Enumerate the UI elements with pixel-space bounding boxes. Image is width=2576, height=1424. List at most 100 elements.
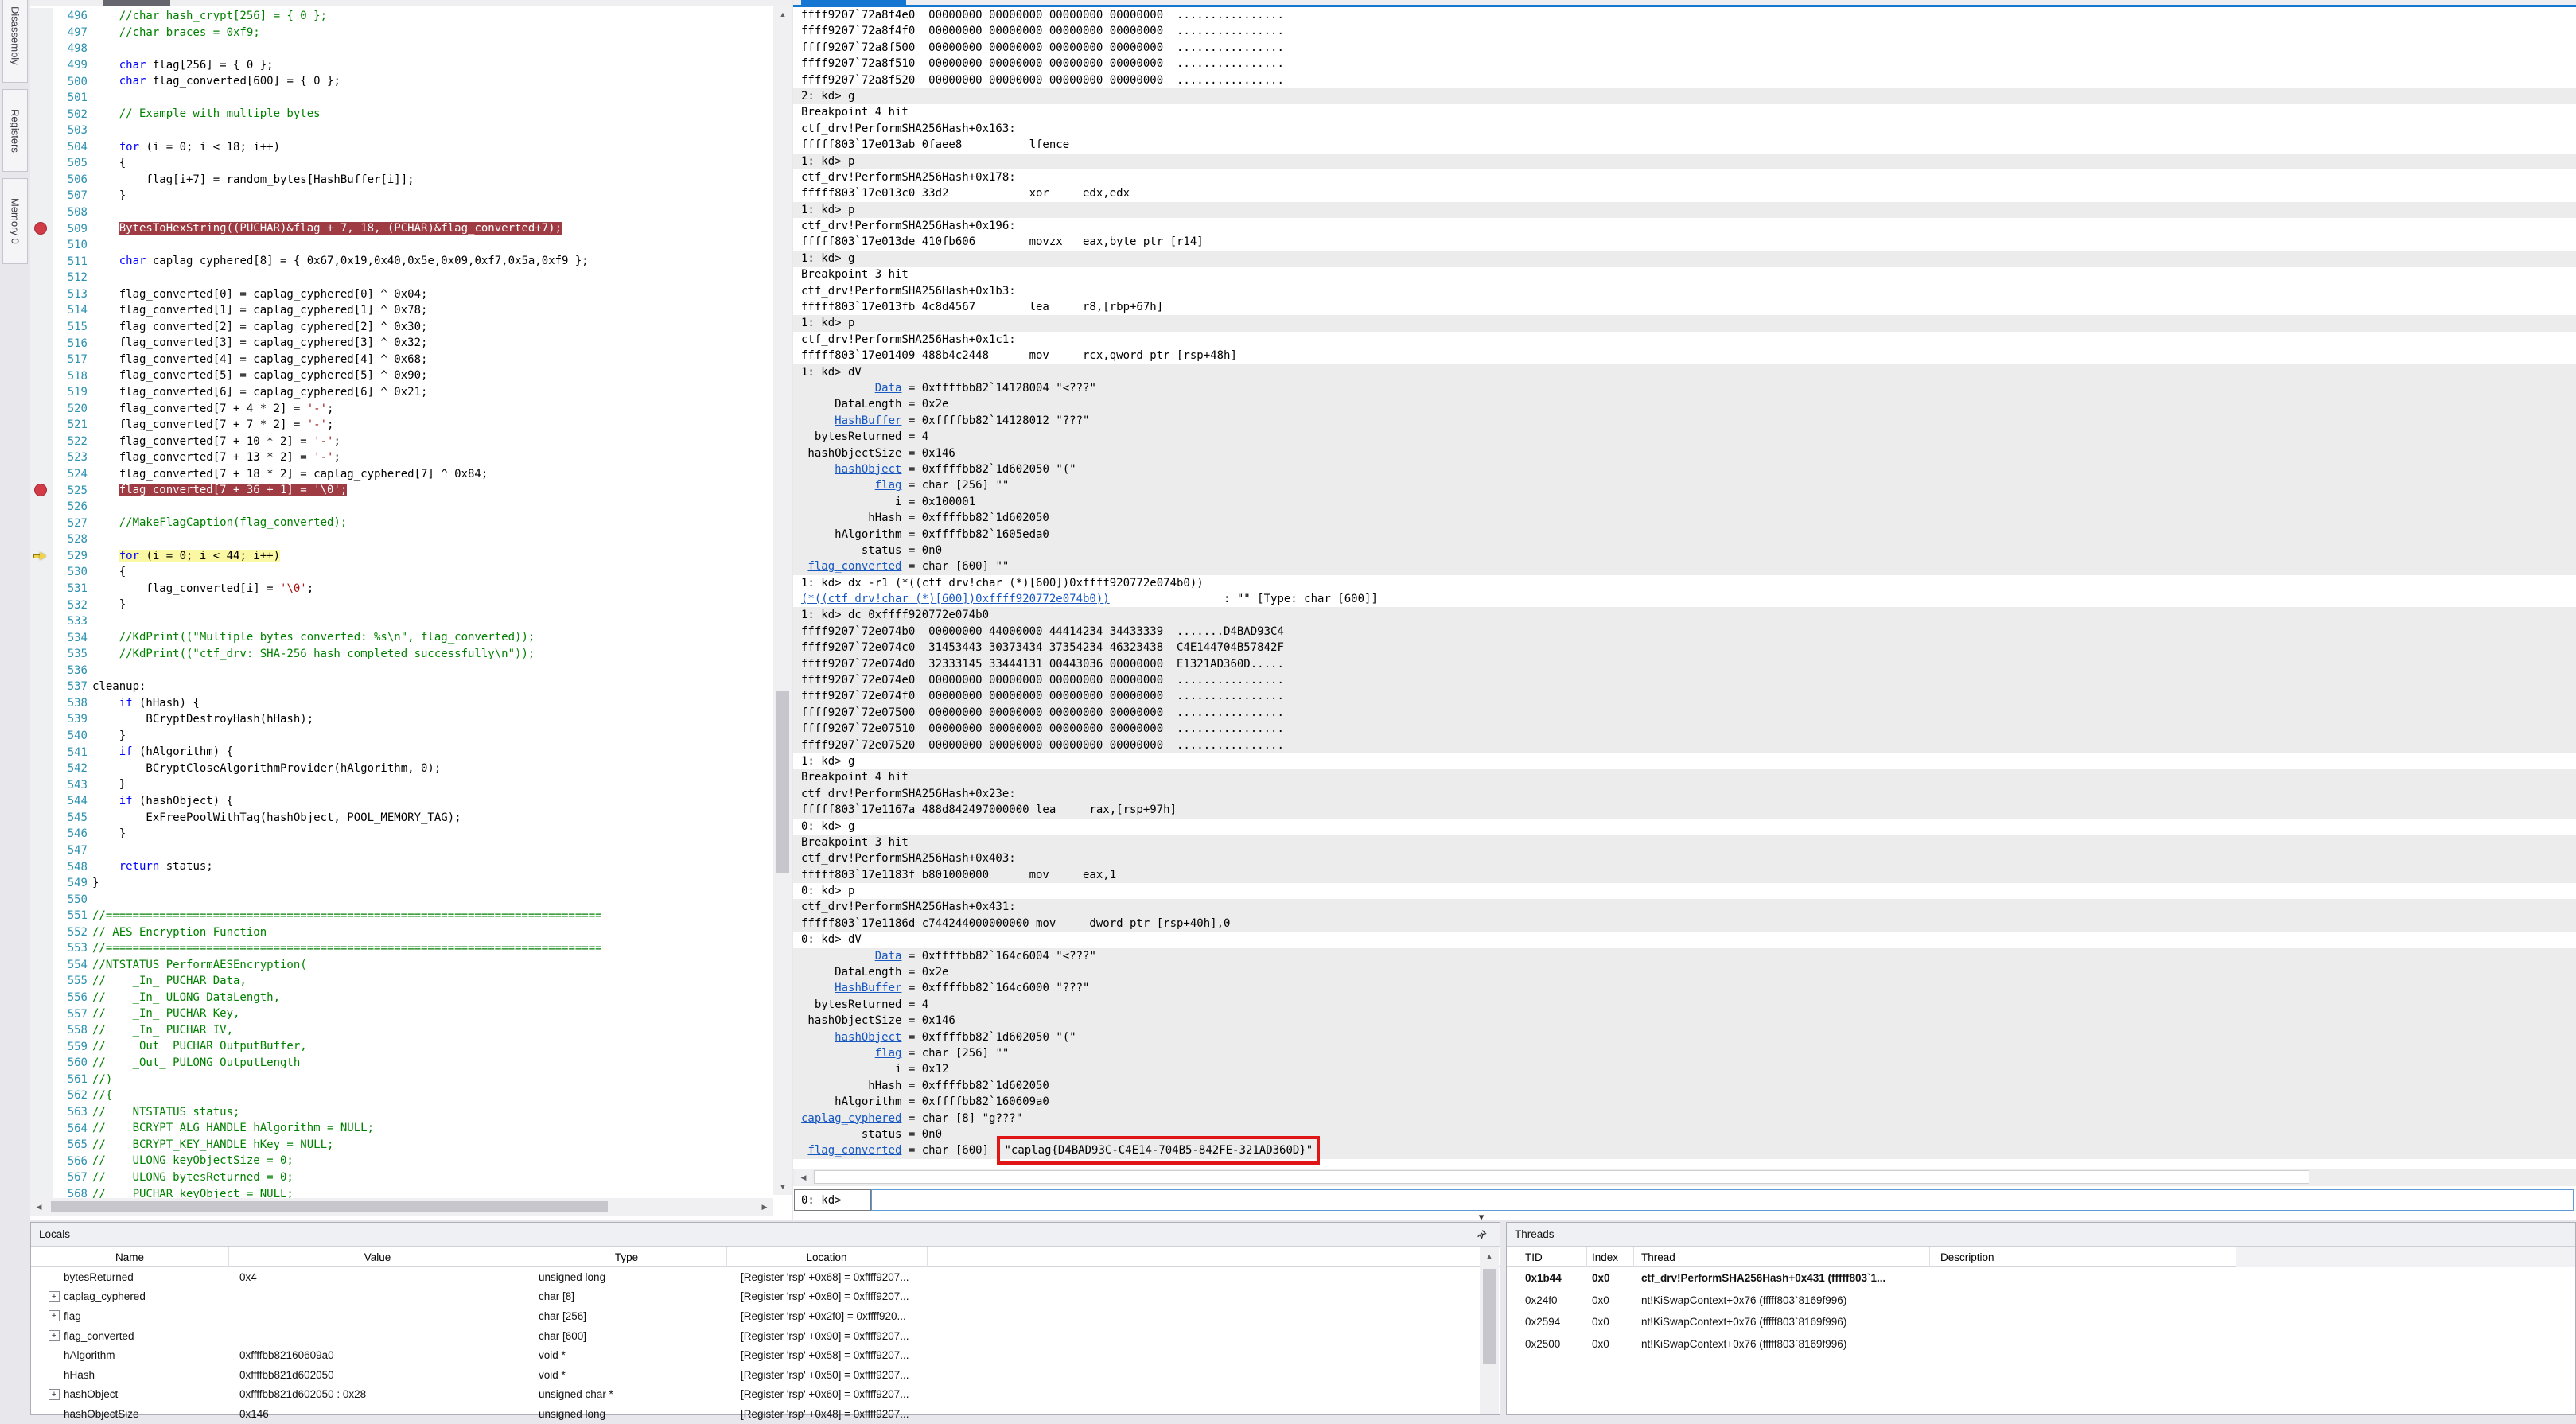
breakpoint-gutter[interactable] bbox=[30, 90, 53, 107]
breakpoint-gutter[interactable] bbox=[30, 548, 53, 565]
locals-row[interactable]: +flagchar [256][Register 'rsp' +0x2f0] =… bbox=[31, 1306, 1500, 1326]
breakpoint-gutter[interactable] bbox=[30, 188, 53, 204]
breakpoint-gutter[interactable] bbox=[30, 957, 53, 974]
breakpoint-gutter[interactable] bbox=[30, 858, 53, 875]
locals-row[interactable]: hHash0xffffbb821d602050void *[Register '… bbox=[31, 1365, 1500, 1385]
threads-titlebar[interactable]: Threads bbox=[1507, 1223, 2575, 1247]
column-header-name[interactable]: Name bbox=[31, 1247, 228, 1267]
breakpoint-gutter[interactable] bbox=[30, 711, 53, 728]
breakpoint-gutter[interactable] bbox=[30, 384, 53, 401]
breakpoint-gutter[interactable] bbox=[30, 1006, 53, 1022]
symbol-link[interactable]: (*((ctf_drv!char (*)[600])0xffff920772e0… bbox=[801, 593, 1110, 605]
breakpoint-gutter[interactable] bbox=[30, 908, 53, 924]
symbol-link[interactable]: flag_converted bbox=[807, 1144, 901, 1157]
symbol-link[interactable]: caplag_cyphered bbox=[801, 1112, 901, 1125]
breakpoint-gutter[interactable] bbox=[30, 1137, 53, 1154]
breakpoint-gutter[interactable] bbox=[30, 646, 53, 663]
source-tab-sliver[interactable] bbox=[103, 0, 170, 6]
breakpoint-gutter[interactable] bbox=[30, 352, 53, 368]
command-output-panel[interactable]: ffff9207`72a8f4e0 00000000 00000000 0000… bbox=[793, 0, 2576, 1220]
symbol-link[interactable]: Data bbox=[875, 950, 902, 963]
breakpoint-gutter[interactable] bbox=[30, 319, 53, 336]
scroll-thumb[interactable] bbox=[51, 1201, 608, 1212]
breakpoint-gutter[interactable] bbox=[30, 515, 53, 531]
column-header-tid[interactable]: TID bbox=[1525, 1247, 1586, 1267]
column-header-description[interactable]: Description bbox=[1940, 1247, 2179, 1267]
breakpoint-gutter[interactable] bbox=[30, 581, 53, 597]
breakpoint-gutter[interactable] bbox=[30, 1022, 53, 1039]
breakpoint-gutter[interactable] bbox=[30, 57, 53, 74]
symbol-link[interactable]: hashObject bbox=[835, 463, 901, 476]
breakpoint-gutter[interactable] bbox=[30, 466, 53, 483]
locals-row[interactable]: +hashObject0xffffbb821d602050 : 0x28unsi… bbox=[31, 1385, 1500, 1405]
scroll-up-icon[interactable]: ▲ bbox=[774, 6, 792, 22]
locals-titlebar[interactable]: Locals ▾✕ bbox=[31, 1223, 1500, 1247]
breakpoint-gutter[interactable] bbox=[30, 629, 53, 646]
breakpoint-gutter[interactable] bbox=[30, 728, 53, 745]
locals-row[interactable]: +caplag_cypheredchar [8][Register 'rsp' … bbox=[31, 1287, 1500, 1307]
command-horizontal-scrollbar[interactable]: ◀ bbox=[793, 1169, 2576, 1186]
locals-row[interactable]: hashObjectSize0x146unsigned long[Registe… bbox=[31, 1404, 1500, 1424]
breakpoint-gutter[interactable] bbox=[30, 810, 53, 827]
breakpoint-gutter[interactable] bbox=[30, 25, 53, 41]
thread-row[interactable]: 0x24f00x0nt!KiSwapContext+0x76 (fffff803… bbox=[1507, 1290, 2575, 1312]
column-header-type[interactable]: Type bbox=[527, 1247, 726, 1267]
thread-row[interactable]: 0x25940x0nt!KiSwapContext+0x76 (fffff803… bbox=[1507, 1311, 2575, 1333]
breakpoint-gutter[interactable] bbox=[30, 499, 53, 516]
breakpoint-gutter[interactable] bbox=[30, 1087, 53, 1104]
breakpoint-gutter[interactable] bbox=[30, 73, 53, 90]
breakpoint-gutter[interactable] bbox=[30, 417, 53, 434]
expand-icon[interactable]: + bbox=[49, 1310, 60, 1321]
breakpoint-gutter[interactable] bbox=[30, 597, 53, 613]
sidebar-tab-disassembly[interactable]: Disassembly bbox=[2, 0, 28, 83]
scroll-right-icon[interactable]: ▶ bbox=[756, 1199, 773, 1215]
breakpoint-gutter[interactable] bbox=[30, 401, 53, 418]
breakpoint-gutter[interactable] bbox=[30, 237, 53, 254]
breakpoint-gutter[interactable] bbox=[30, 1120, 53, 1137]
breakpoint-gutter[interactable] bbox=[30, 744, 53, 761]
symbol-link[interactable]: flag bbox=[875, 479, 902, 492]
symbol-link[interactable]: Data bbox=[875, 382, 902, 395]
breakpoint-gutter[interactable] bbox=[30, 139, 53, 156]
scroll-left-icon[interactable]: ◀ bbox=[795, 1169, 812, 1185]
scroll-thumb[interactable] bbox=[814, 1170, 2309, 1184]
scroll-thumb[interactable] bbox=[1483, 1269, 1496, 1364]
locals-vertical-scrollbar[interactable]: ▲ bbox=[1480, 1247, 1499, 1414]
scroll-down-icon[interactable]: ▼ bbox=[774, 1179, 792, 1195]
breakpoint-gutter[interactable] bbox=[30, 613, 53, 630]
breakpoint-gutter[interactable] bbox=[30, 1038, 53, 1055]
breakpoint-gutter[interactable] bbox=[30, 172, 53, 189]
breakpoint-gutter[interactable] bbox=[30, 123, 53, 139]
breakpoint-gutter[interactable] bbox=[30, 155, 53, 172]
thread-row[interactable]: 0x25000x0nt!KiSwapContext+0x76 (fffff803… bbox=[1507, 1333, 2575, 1356]
breakpoint-gutter[interactable] bbox=[30, 302, 53, 319]
sidebar-tab-memory-0[interactable]: Memory 0 bbox=[2, 178, 28, 264]
breakpoint-gutter[interactable] bbox=[30, 761, 53, 777]
scroll-thumb[interactable] bbox=[776, 691, 789, 873]
expand-icon[interactable]: + bbox=[49, 1389, 60, 1400]
symbol-link[interactable]: HashBuffer bbox=[835, 414, 901, 427]
pin-icon[interactable] bbox=[1471, 1226, 1492, 1243]
breakpoint-gutter[interactable] bbox=[30, 41, 53, 57]
locals-row[interactable]: bytesReturned0x4unsigned long[Register '… bbox=[31, 1267, 1500, 1287]
breakpoint-gutter[interactable] bbox=[30, 1055, 53, 1072]
breakpoint-gutter[interactable] bbox=[30, 973, 53, 990]
breakpoint-gutter[interactable] bbox=[30, 1072, 53, 1088]
thread-row[interactable]: 0x1b440x0ctf_drv!PerformSHA256Hash+0x431… bbox=[1507, 1267, 2575, 1290]
symbol-link[interactable]: flag_converted bbox=[807, 560, 901, 573]
locals-row[interactable]: hAlgorithm0xffffbb82160609a0void *[Regis… bbox=[31, 1345, 1500, 1365]
breakpoint-gutter[interactable] bbox=[30, 286, 53, 303]
breakpoint-gutter[interactable] bbox=[30, 368, 53, 384]
breakpoint-gutter[interactable] bbox=[30, 220, 53, 237]
breakpoint-gutter[interactable] bbox=[30, 891, 53, 908]
breakpoint-gutter[interactable] bbox=[30, 990, 53, 1006]
breakpoint-gutter[interactable] bbox=[30, 695, 53, 712]
breakpoint-icon[interactable] bbox=[34, 222, 47, 235]
source-vertical-scrollbar[interactable]: ▲ ▼ bbox=[773, 6, 792, 1195]
breakpoint-icon[interactable] bbox=[34, 484, 47, 496]
breakpoint-gutter[interactable] bbox=[30, 449, 53, 466]
symbol-link[interactable]: HashBuffer bbox=[835, 982, 901, 994]
breakpoint-gutter[interactable] bbox=[30, 270, 53, 286]
breakpoint-gutter[interactable] bbox=[30, 793, 53, 810]
source-horizontal-scrollbar[interactable]: ◀ ▶ bbox=[30, 1198, 773, 1216]
